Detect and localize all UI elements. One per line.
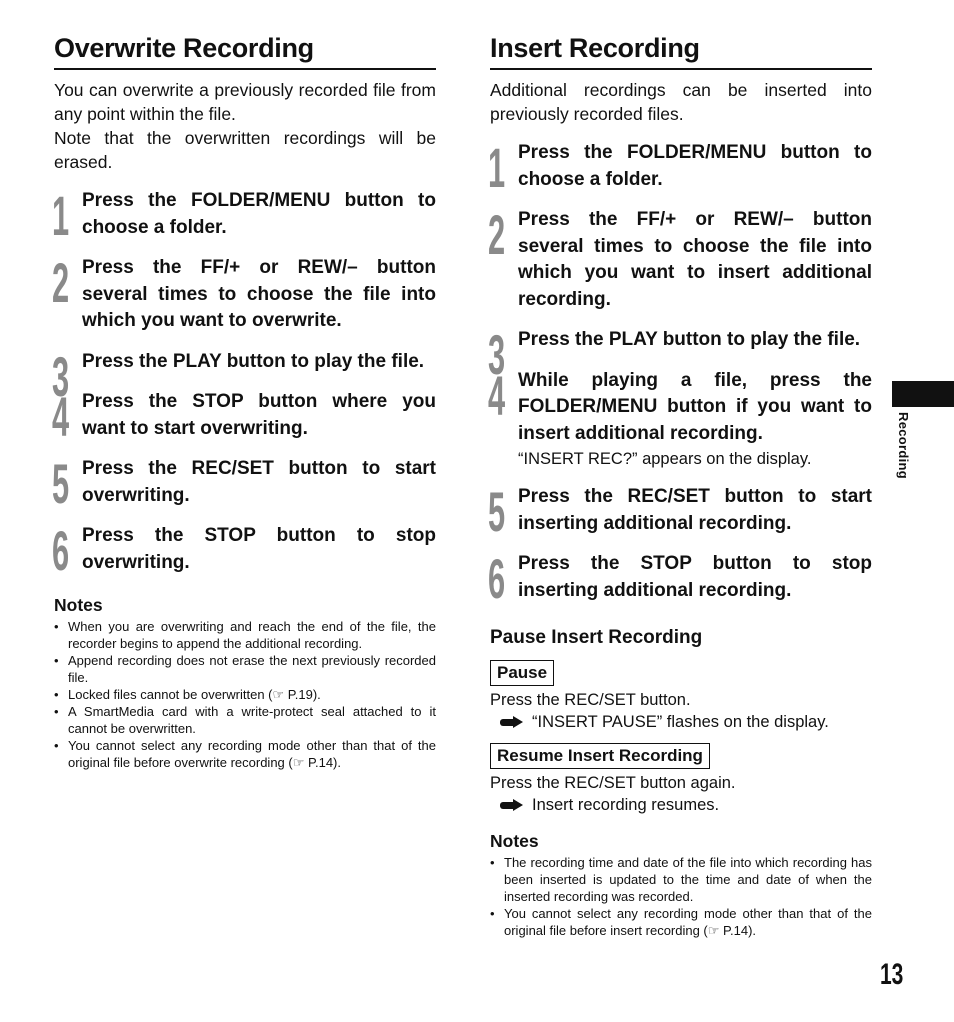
step-text: While playing a file, press the FOLDER/M… — [518, 369, 872, 444]
step-list: 1 Press the FOLDER/MENU button to choose… — [488, 136, 872, 610]
pause-result-text: “INSERT PAUSE” flashes on the display. — [532, 713, 829, 731]
step-text: Press the REC/SET button to start overwr… — [82, 458, 436, 506]
step-result: “INSERT REC?” appears on the display. — [518, 450, 812, 468]
section-intro: Additional recordings can be inserted in… — [490, 78, 872, 126]
step-number: 5 — [488, 480, 505, 543]
step-text: Press the PLAY button to play the file. — [82, 350, 425, 372]
notes-heading: Notes — [490, 831, 539, 851]
step-text: Press the FOLDER/MENU button to choose a… — [82, 190, 436, 238]
resume-label: Resume Insert Recording — [490, 743, 710, 769]
insert-recording-section: Insert Recording Additional recordings c… — [488, 30, 872, 939]
note-item: Locked files cannot be overwritten (☞ P.… — [54, 686, 436, 703]
intro-paragraph: Additional recordings can be inserted in… — [490, 80, 872, 124]
step-item: 6 Press the STOP button to stop insertin… — [488, 547, 872, 610]
resume-instruction: Press the REC/SET button again. — [490, 774, 736, 792]
step-text: Press the STOP button to stop overwritin… — [82, 525, 436, 573]
intro-paragraph: You can overwrite a previously recorded … — [54, 80, 436, 124]
step-text: Press the FF/+ or REW/– button several t… — [518, 209, 872, 310]
step-list: 1 Press the FOLDER/MENU button to choose… — [52, 184, 436, 582]
note-item: You cannot select any recording mode oth… — [54, 737, 436, 771]
pause-label: Pause — [490, 660, 555, 686]
resume-result-text: Insert recording resumes. — [532, 796, 720, 814]
step-number: 6 — [488, 547, 505, 610]
section-title: Overwrite Recording — [54, 30, 436, 70]
notes-list: When you are overwriting and reach the e… — [54, 618, 436, 771]
notes-heading: Notes — [54, 595, 103, 615]
chapter-tab-label: Recording — [896, 412, 911, 479]
note-item: When you are overwriting and reach the e… — [54, 618, 436, 652]
step-item: 1 Press the FOLDER/MENU button to choose… — [52, 184, 436, 247]
step-number: 6 — [52, 519, 69, 582]
step-number: 5 — [52, 452, 69, 515]
section-intro: You can overwrite a previously recorded … — [54, 78, 436, 174]
overwrite-recording-section: Overwrite Recording You can overwrite a … — [52, 30, 436, 771]
intro-paragraph: Note that the overwritten recordings wil… — [54, 128, 436, 172]
step-number: 1 — [52, 184, 69, 247]
resume-result: Insert recording resumes. — [490, 794, 872, 816]
pause-block: Pause Press the REC/SET button. “INSERT … — [490, 650, 872, 733]
note-item: Append recording does not erase the next… — [54, 652, 436, 686]
page-number: 13 — [880, 958, 904, 991]
step-item: 5 Press the REC/SET button to start inse… — [488, 480, 872, 543]
step-text: Press the REC/SET button to start insert… — [518, 486, 872, 534]
step-text: Press the FF/+ or REW/– button several t… — [82, 257, 436, 331]
step-number: 2 — [488, 203, 505, 266]
note-item: A SmartMedia card with a write-protect s… — [54, 703, 436, 737]
step-text: Press the PLAY button to play the file. — [518, 329, 861, 350]
note-item: You cannot select any recording mode oth… — [490, 905, 872, 939]
arrow-right-icon — [500, 715, 524, 729]
pause-insert-heading: Pause Insert Recording — [490, 627, 703, 648]
step-number: 1 — [488, 136, 505, 199]
step-item: 4 Press the STOP button where you want t… — [52, 385, 436, 448]
step-text: Press the FOLDER/MENU button to choose a… — [518, 142, 872, 190]
notes-list: The recording time and date of the file … — [490, 854, 872, 939]
step-item: 1 Press the FOLDER/MENU button to choose… — [488, 136, 872, 199]
step-number: 4 — [488, 363, 505, 427]
step-text: Press the STOP button where you want to … — [82, 391, 436, 439]
pause-instruction: Press the REC/SET button. — [490, 691, 691, 709]
step-item: 4 While playing a file, press the FOLDER… — [488, 363, 872, 471]
step-item: 5 Press the REC/SET button to start over… — [52, 452, 436, 515]
note-item: The recording time and date of the file … — [490, 854, 872, 905]
step-item: 3 Press the PLAY button to play the file… — [52, 348, 436, 404]
resume-block: Resume Insert Recording Press the REC/SE… — [490, 733, 872, 816]
step-item: 6 Press the STOP button to stop overwrit… — [52, 519, 436, 582]
step-number: 4 — [52, 385, 69, 448]
step-number: 2 — [52, 251, 69, 314]
step-text: Press the STOP button to stop inserting … — [518, 553, 872, 601]
chapter-tab-marker — [892, 381, 954, 407]
step-item: 2 Press the FF/+ or REW/– button several… — [52, 251, 436, 335]
pause-result: “INSERT PAUSE” flashes on the display. — [490, 711, 872, 733]
arrow-right-icon — [500, 798, 524, 812]
section-title: Insert Recording — [490, 30, 872, 70]
step-item: 3 Press the PLAY button to play the file… — [488, 327, 872, 383]
step-item: 2 Press the FF/+ or REW/– button several… — [488, 203, 872, 313]
